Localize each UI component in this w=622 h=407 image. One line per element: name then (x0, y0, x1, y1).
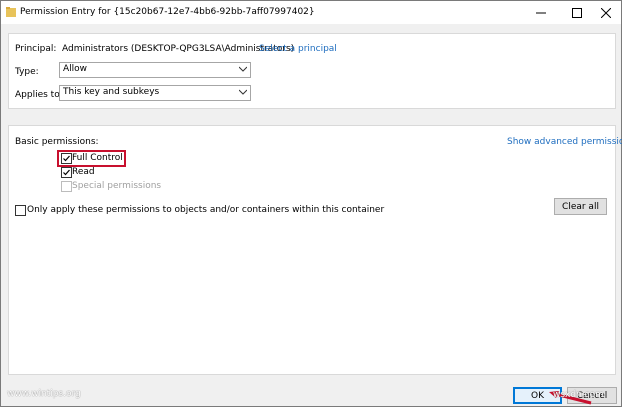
read-label: Read (72, 167, 95, 177)
maximize-icon (572, 7, 582, 18)
folder-icon (6, 6, 16, 18)
principal-label: Principal: (15, 44, 57, 54)
title-bar[interactable]: Permission Entry for {15c20b67-12e7-4bb6… (1, 1, 621, 24)
minimize-icon (536, 12, 546, 13)
close-icon (601, 7, 611, 18)
clear-all-button[interactable]: Clear all (554, 198, 607, 215)
permission-entry-window: Permission Entry for {15c20b67-12e7-4bb6… (0, 0, 622, 407)
only-apply-label: Only apply these permissions to objects … (27, 205, 385, 215)
applies-to-select-value: This key and subkeys (63, 87, 160, 97)
checkmark-icon (63, 155, 70, 162)
wintips-watermark: www.wintips.org (7, 389, 81, 399)
applies-to-select[interactable]: This key and subkeys (59, 85, 251, 101)
select-principal-link[interactable]: Select a principal (259, 44, 337, 54)
close-button[interactable] (591, 1, 621, 24)
special-permissions-label: Special permissions (72, 181, 162, 191)
chevron-down-icon (239, 66, 247, 72)
basic-permissions-heading: Basic permissions: (15, 137, 99, 147)
maximize-button[interactable] (562, 1, 592, 24)
applies-to-label: Applies to: (15, 90, 63, 100)
show-advanced-permissions-link[interactable]: Show advanced permissions (507, 137, 622, 147)
principal-panel: Principal: Administrators (DESKTOP-QPG3L… (8, 33, 616, 109)
only-apply-checkbox[interactable] (15, 205, 26, 216)
special-permissions-checkbox (61, 181, 72, 192)
checkmark-icon (63, 169, 70, 176)
full-control-label: Full Control (72, 153, 123, 163)
read-checkbox[interactable] (61, 167, 72, 178)
minimize-button[interactable] (526, 1, 556, 24)
wsxdn-watermark: wsxdn.com (553, 390, 604, 400)
full-control-checkbox[interactable] (61, 153, 72, 164)
type-label: Type: (15, 67, 39, 77)
type-select[interactable]: Allow (59, 62, 251, 78)
clear-all-button-label: Clear all (562, 201, 599, 212)
ok-button-label: OK (531, 390, 544, 401)
permissions-panel: Basic permissions: Show advanced permiss… (8, 125, 622, 375)
chevron-down-icon (239, 89, 247, 95)
window-title: Permission Entry for {15c20b67-12e7-4bb6… (20, 7, 315, 17)
type-select-value: Allow (63, 64, 88, 74)
